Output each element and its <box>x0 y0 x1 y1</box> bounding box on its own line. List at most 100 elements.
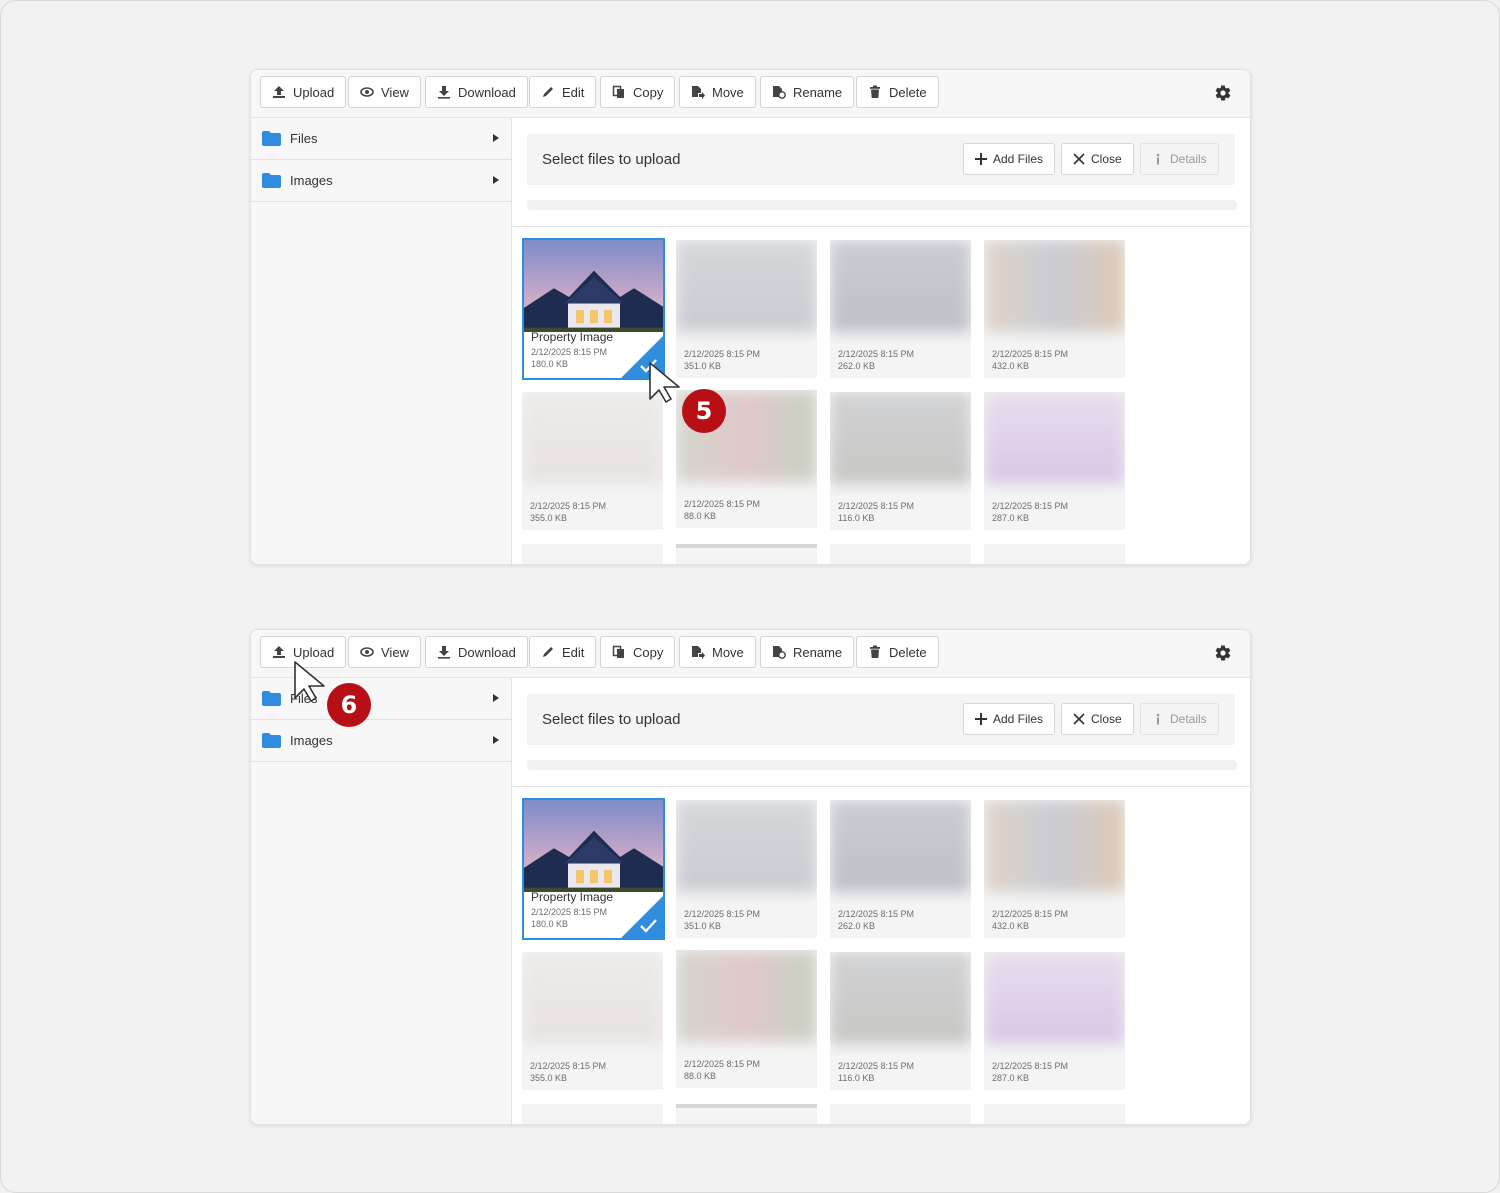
file-tile[interactable]: 2/12/2025 8:15 PM 432.0 KB <box>984 240 1125 378</box>
details-button[interactable]: Details <box>1140 703 1219 735</box>
download-icon <box>438 646 450 659</box>
sidebar-item-files[interactable]: Files <box>251 678 511 720</box>
file-tile[interactable]: 2/12/2025 8:15 PM 116.0 KB <box>830 952 971 1090</box>
file-size: 287.0 KB <box>992 1073 1030 1083</box>
file-tile[interactable] <box>522 1104 663 1124</box>
blurred-thumbnail <box>676 240 817 332</box>
rename-button[interactable]: Rename <box>760 76 855 108</box>
file-tile[interactable] <box>984 1104 1125 1124</box>
file-size: 180.0 KB <box>531 359 569 369</box>
gear-icon[interactable] <box>1214 644 1232 662</box>
move-button[interactable]: Move <box>679 636 756 668</box>
sidebar-item-images[interactable]: Images <box>251 160 511 202</box>
folder-icon <box>262 691 281 706</box>
folder-icon <box>262 173 281 188</box>
file-tile[interactable] <box>676 1104 817 1124</box>
content-area: Select files to upload Add Files Close D… <box>512 118 1250 564</box>
file-tile[interactable]: 2/12/2025 8:15 PM 287.0 KB <box>984 952 1125 1090</box>
download-icon <box>438 86 450 99</box>
upload-title: Select files to upload <box>542 711 681 728</box>
rename-icon <box>773 646 786 659</box>
file-tile[interactable]: 2/12/2025 8:15 PM 88.0 KB <box>676 950 817 1088</box>
close-button[interactable]: Close <box>1061 703 1134 735</box>
file-size: 351.0 KB <box>684 361 722 371</box>
add-files-button[interactable]: Add Files <box>963 703 1056 735</box>
file-tile[interactable]: 2/12/2025 8:15 PM 262.0 KB <box>830 800 971 938</box>
file-tile[interactable]: 2/12/2025 8:15 PM 287.0 KB <box>984 392 1125 530</box>
file-tile[interactable] <box>984 544 1125 564</box>
file-size: 432.0 KB <box>992 921 1030 931</box>
details-button[interactable]: Details <box>1140 143 1219 175</box>
toolbar: Upload View Download Edit Copy Move Rena… <box>251 630 1250 678</box>
file-date: 2/12/2025 8:15 PM <box>992 909 1069 919</box>
file-tile[interactable] <box>830 1104 971 1124</box>
expand-arrow-icon[interactable] <box>493 736 499 744</box>
rename-button[interactable]: Rename <box>760 636 855 668</box>
expand-arrow-icon[interactable] <box>493 176 499 184</box>
close-button[interactable]: Close <box>1061 143 1134 175</box>
expand-arrow-icon[interactable] <box>493 694 499 702</box>
sidebar: Files Images <box>251 118 512 564</box>
rename-icon <box>773 86 786 99</box>
file-tile[interactable]: 2/12/2025 8:15 PM 355.0 KB <box>522 952 663 1090</box>
file-date: 2/12/2025 8:15 PM <box>531 907 608 917</box>
pencil-icon <box>543 647 553 657</box>
download-button[interactable]: Download <box>425 76 528 108</box>
file-size: 351.0 KB <box>684 921 722 931</box>
view-button[interactable]: View <box>348 636 421 668</box>
file-size: 88.0 KB <box>684 511 717 521</box>
delete-button[interactable]: Delete <box>856 76 939 108</box>
file-size: 116.0 KB <box>838 513 875 523</box>
file-name: Property Image <box>531 890 614 904</box>
upload-header: Select files to upload Add Files Close D… <box>527 694 1235 745</box>
move-icon <box>692 646 705 659</box>
file-tile[interactable]: 2/12/2025 8:15 PM 262.0 KB <box>830 240 971 378</box>
file-date: 2/12/2025 8:15 PM <box>838 349 915 359</box>
upload-header: Select files to upload Add Files Close D… <box>527 134 1235 185</box>
file-tile[interactable]: 2/12/2025 8:15 PM 351.0 KB <box>676 800 817 938</box>
edit-button[interactable]: Edit <box>529 76 597 108</box>
blurred-thumbnail <box>522 392 663 484</box>
expand-arrow-icon[interactable] <box>493 134 499 142</box>
close-icon <box>1073 153 1085 165</box>
file-tile[interactable]: 2/12/2025 8:15 PM 355.0 KB <box>522 392 663 530</box>
file-size: 355.0 KB <box>530 513 568 523</box>
copy-icon <box>612 85 624 98</box>
view-button[interactable]: View <box>348 76 421 108</box>
file-tile[interactable]: 2/12/2025 8:15 PM 116.0 KB <box>830 392 971 530</box>
file-tile[interactable]: 2/12/2025 8:15 PM 432.0 KB <box>984 800 1125 938</box>
file-tile-selected[interactable]: Property Image 2/12/2025 8:15 PM 180.0 K… <box>522 238 665 380</box>
blurred-thumbnail <box>830 952 971 1044</box>
file-tile[interactable]: 2/12/2025 8:15 PM 351.0 KB <box>676 240 817 378</box>
move-button[interactable]: Move <box>679 76 756 108</box>
sidebar-item-files[interactable]: Files <box>251 118 511 160</box>
gear-icon[interactable] <box>1214 84 1232 102</box>
copy-icon <box>612 645 624 658</box>
eye-icon <box>360 647 374 657</box>
info-icon <box>1156 153 1160 165</box>
file-tile[interactable] <box>522 544 663 564</box>
file-date: 2/12/2025 8:15 PM <box>992 349 1069 359</box>
blurred-thumbnail <box>676 800 817 892</box>
house-thumbnail <box>524 800 663 892</box>
download-button[interactable]: Download <box>425 636 528 668</box>
upload-button[interactable]: Upload <box>260 76 347 108</box>
mouse-cursor-icon <box>294 661 325 702</box>
file-manager-panel-step-6: Upload View Download Edit Copy Move Rena… <box>250 629 1251 1125</box>
file-size: 287.0 KB <box>992 513 1030 523</box>
upload-title: Select files to upload <box>542 151 681 168</box>
copy-button[interactable]: Copy <box>600 636 676 668</box>
file-manager-panel-step-5: Upload View Download Edit Copy Move Rena… <box>250 69 1251 565</box>
file-date: 2/12/2025 8:15 PM <box>992 501 1069 511</box>
upload-progress-bar <box>527 200 1237 210</box>
add-files-button[interactable]: Add Files <box>963 143 1056 175</box>
file-date: 2/12/2025 8:15 PM <box>531 347 608 357</box>
sidebar-item-images[interactable]: Images <box>251 720 511 762</box>
copy-button[interactable]: Copy <box>600 76 676 108</box>
file-tile[interactable] <box>676 544 817 564</box>
file-tile-selected[interactable]: Property Image 2/12/2025 8:15 PM 180.0 K… <box>522 798 665 940</box>
file-tile[interactable] <box>830 544 971 564</box>
delete-button[interactable]: Delete <box>856 636 939 668</box>
edit-button[interactable]: Edit <box>529 636 597 668</box>
blurred-thumbnail <box>676 950 817 1042</box>
